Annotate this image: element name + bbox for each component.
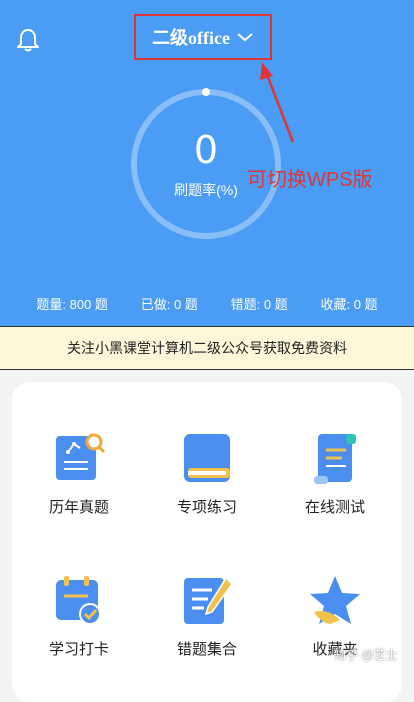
- grid-label: 专项练习: [176, 499, 237, 516]
- grid-item-study-checkin[interactable]: 学习打卡: [14, 572, 144, 659]
- annotation-text: 可切换WPS版: [247, 169, 373, 191]
- notes-pencil-icon: [184, 576, 233, 624]
- book-icon: [184, 434, 230, 482]
- watermark: 知乎 @芝士: [334, 648, 398, 662]
- grid-label: 历年真题: [48, 499, 109, 516]
- banner-text: 关注小黑课堂计算机二级公众号获取免费资料: [67, 340, 347, 356]
- grid-item-past-exams[interactable]: 历年真题: [14, 430, 144, 517]
- grid-item-special-practice[interactable]: 专项练习: [142, 430, 272, 517]
- grid-label: 学习打卡: [48, 641, 109, 658]
- stat-done: 已做: 0 题: [140, 297, 198, 312]
- past-exam-icon: [56, 433, 106, 480]
- header: 二级office 0 刷题率(%) 可切换WPS版 题量: 800 题 已做: …: [0, 0, 414, 326]
- promo-banner[interactable]: 关注小黑课堂计算机二级公众号获取免费资料: [0, 326, 414, 370]
- grid-item-wrong-questions[interactable]: 错题集合: [142, 572, 272, 659]
- bell-icon[interactable]: [14, 26, 42, 54]
- grid-label: 在线测试: [304, 499, 365, 516]
- calendar-check-icon: [56, 576, 101, 625]
- subject-label: 二级office: [152, 28, 230, 48]
- stat-total: 题量: 800 题: [36, 297, 108, 312]
- grid-label: 错题集合: [176, 641, 237, 658]
- grid-item-online-test[interactable]: 在线测试: [270, 430, 400, 517]
- chevron-down-icon: [237, 33, 253, 42]
- subject-selector[interactable]: 二级office: [134, 14, 272, 60]
- scroll-icon: [314, 434, 356, 484]
- stat-wrong: 错题: 0 题: [230, 297, 288, 312]
- stats-row: 题量: 800 题 已做: 0 题 错题: 0 题 收藏: 0 题: [0, 294, 414, 313]
- star-icon: [310, 576, 360, 624]
- stat-favorites: 收藏: 0 题: [320, 297, 378, 312]
